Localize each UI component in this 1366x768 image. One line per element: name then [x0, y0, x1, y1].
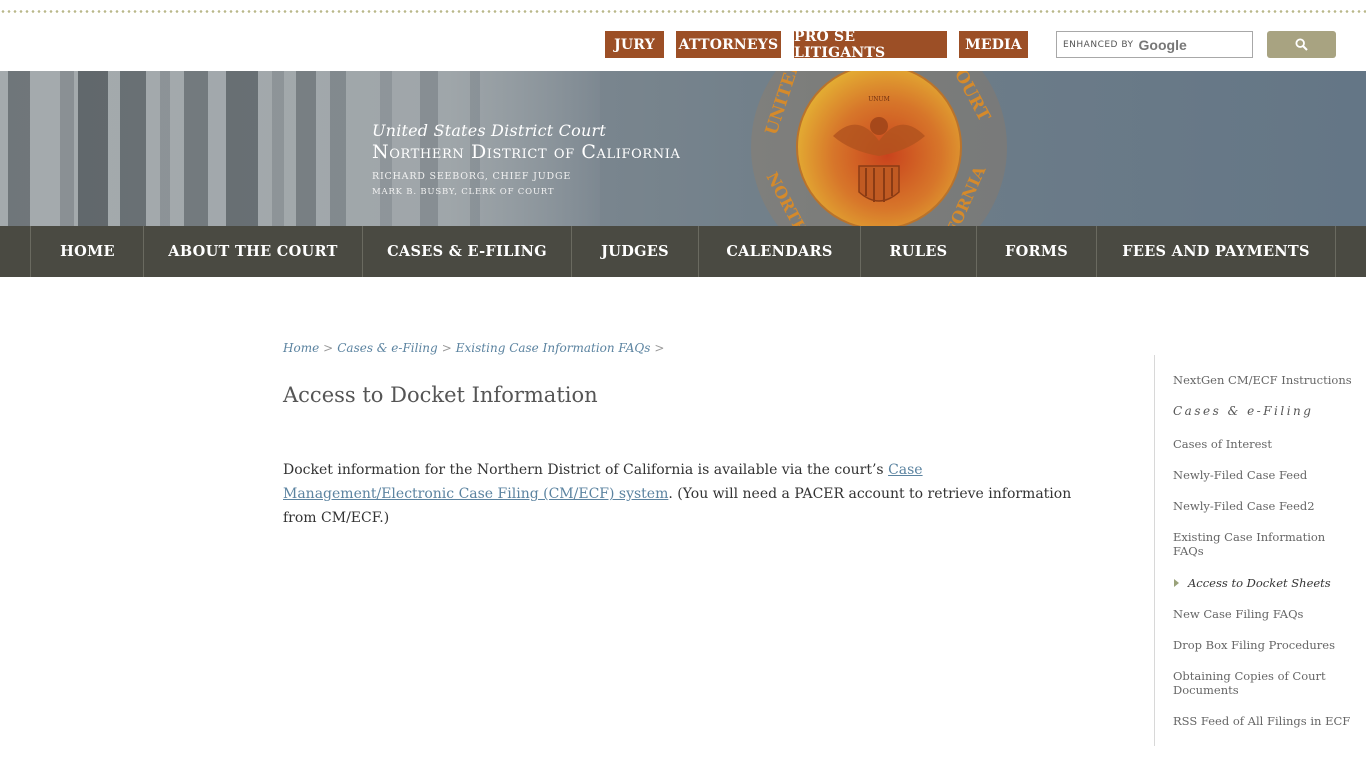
body-text-before: Docket information for the Northern Dist…: [283, 462, 889, 478]
sidebar-item-rss-feed[interactable]: RSS Feed of All Filings in ECF: [1173, 714, 1353, 728]
body-paragraph: Docket information for the Northern Dist…: [283, 458, 1083, 530]
nav-forms[interactable]: FORMS: [976, 226, 1096, 277]
breadcrumb-separator: >: [323, 341, 334, 355]
sidebar-item-drop-box[interactable]: Drop Box Filing Procedures: [1173, 638, 1353, 652]
nav-about-the-court[interactable]: ABOUT THE COURT: [143, 226, 362, 277]
nav-rules[interactable]: RULES: [860, 226, 976, 277]
breadcrumb-cases-e-filing[interactable]: Cases & e-Filing: [337, 341, 437, 355]
attorneys-link[interactable]: ATTORNEYS: [676, 31, 781, 58]
pro-se-litigants-link[interactable]: PRO SE LITIGANTS: [794, 29, 947, 61]
sidebar-item-cases-e-filing[interactable]: Cases & e-Filing: [1173, 404, 1353, 418]
sidebar-item-new-case-faqs[interactable]: New Case Filing FAQs: [1173, 607, 1353, 621]
search-icon: [1295, 38, 1308, 51]
search-input[interactable]: ENHANCED BY Google: [1056, 31, 1253, 58]
nav-fees-and-payments[interactable]: FEES AND PAYMENTS: [1096, 226, 1335, 277]
sidebar-item-access-docket-sheets[interactable]: Access to Docket Sheets: [1188, 576, 1366, 590]
breadcrumb-home[interactable]: Home: [283, 341, 319, 355]
clerk-label: Mark B. Busby, Clerk of Court: [372, 187, 555, 197]
sidebar-item-cases-of-interest[interactable]: Cases of Interest: [1173, 437, 1353, 451]
media-link[interactable]: MEDIA: [959, 31, 1028, 58]
sidebar-item-existing-case-faqs[interactable]: Existing Case Information FAQs: [1173, 530, 1338, 558]
breadcrumb: Home > Cases & e-Filing > Existing Case Info…: [283, 341, 668, 355]
sidebar-item-newly-filed-feed2[interactable]: Newly-Filed Case Feed2: [1173, 499, 1353, 513]
breadcrumb-existing-case-faqs[interactable]: Existing Case Information FAQs: [456, 341, 651, 355]
header-banner: United States District Court Northern Di…: [0, 71, 1366, 226]
enhanced-by-label: ENHANCED BY: [1063, 39, 1134, 50]
seal-motto: UNUM: [868, 96, 890, 103]
nav-home[interactable]: HOME: [30, 226, 144, 277]
jury-link[interactable]: JURY: [605, 31, 664, 58]
main-nav: HOME ABOUT THE COURT CASES & E-FILING JU…: [0, 226, 1366, 277]
breadcrumb-separator: >: [654, 341, 665, 355]
court-title: United States District Court: [372, 121, 606, 140]
district-title: Northern District of California: [372, 141, 681, 163]
nav-divider: [1335, 226, 1336, 277]
chief-judge-label: Richard Seeborg, Chief Judge: [372, 171, 572, 182]
page-title: Access to Docket Information: [283, 383, 598, 407]
search-button[interactable]: [1267, 31, 1336, 58]
nav-calendars[interactable]: CALENDARS: [698, 226, 860, 277]
utility-bar: JURY ATTORNEYS PRO SE LITIGANTS MEDIA EN…: [0, 0, 1366, 71]
sidebar-item-copies-court-documents[interactable]: Obtaining Copies of Court Documents: [1173, 669, 1338, 697]
nav-judges[interactable]: JUDGES: [571, 226, 698, 277]
breadcrumb-separator: >: [441, 341, 452, 355]
sidebar-item-newly-filed-feed[interactable]: Newly-Filed Case Feed: [1173, 468, 1353, 482]
court-seal: UNUM UNITED COURT NORTH FORNIA: [751, 71, 1007, 226]
current-arrow-icon: [1174, 579, 1179, 587]
google-logo: Google: [1138, 36, 1187, 53]
nav-cases-e-filing[interactable]: CASES & E-FILING: [362, 226, 571, 277]
sidebar-nav: NextGen CM/ECF Instructions Cases & e-Fi…: [1154, 355, 1366, 746]
sidebar-item-nextgen-instructions[interactable]: NextGen CM/ECF Instructions: [1173, 373, 1353, 387]
